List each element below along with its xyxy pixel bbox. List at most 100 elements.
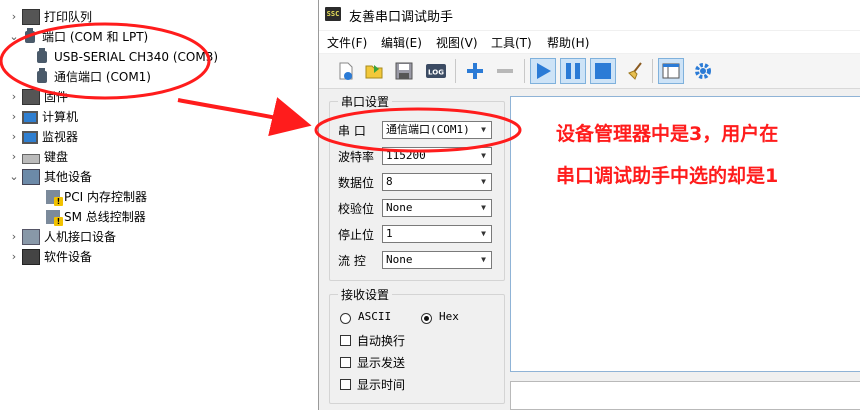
port-select[interactable]: 通信端口(COM1) ▼ (382, 121, 492, 139)
plus-icon[interactable] (462, 58, 488, 84)
chip-icon (22, 89, 40, 105)
ascii-radio[interactable] (340, 313, 351, 324)
tree-item-firmware[interactable]: › 固件 (8, 87, 68, 107)
chevron-down-icon: ▼ (481, 203, 486, 212)
data-bits-label: 数据位 (338, 176, 375, 190)
chevron-down-icon[interactable]: ⌄ (8, 167, 20, 187)
other-device-icon (22, 169, 40, 185)
show-send-checkbox[interactable] (340, 357, 351, 368)
serial-settings-group: 串口设置 串 口 通信端口(COM1) ▼ 波特率 115200 ▼ 数据位 8… (329, 93, 505, 281)
send-text-area[interactable] (510, 381, 860, 410)
parity-select[interactable]: None ▼ (382, 199, 492, 217)
show-send-label: 显示发送 (357, 356, 406, 370)
tree-item-sm-bus-controller[interactable]: SM 总线控制器 (44, 207, 146, 227)
menu-file[interactable]: 文件(F) (327, 34, 367, 51)
data-bits-select[interactable]: 8 ▼ (382, 173, 492, 191)
flow-control-label: 流 控 (338, 254, 366, 268)
new-icon[interactable] (333, 58, 359, 84)
hid-icon (22, 229, 40, 245)
chevron-down-icon: ▼ (481, 177, 486, 186)
tree-item-label: 通信端口 (COM1) (54, 70, 151, 84)
hex-radio-label: Hex (439, 310, 459, 323)
tree-item-label: 计算机 (42, 110, 79, 124)
port-icon (37, 68, 47, 83)
baud-select[interactable]: 115200 ▼ (382, 147, 492, 165)
chevron-down-icon: ▼ (481, 125, 486, 134)
port-label: 串 口 (338, 124, 366, 138)
tree-item-computer[interactable]: › 计算机 (8, 107, 78, 127)
toolbar-separator (652, 59, 653, 83)
chevron-right-icon[interactable]: › (8, 127, 20, 147)
stop-bits-select[interactable]: 1 ▼ (382, 225, 492, 243)
receive-settings-group: 接收设置 ASCII Hex 自动换行 显示发送 显示时间 (329, 286, 505, 404)
minus-icon[interactable] (492, 58, 518, 84)
warning-device-icon (46, 210, 63, 226)
tree-item-hid[interactable]: › 人机接口设备 (8, 227, 116, 247)
title-bar[interactable]: SSC 友善串口调试助手 (319, 0, 860, 30)
window-title: 友善串口调试助手 (349, 10, 454, 25)
tree-item-keyboard[interactable]: › 键盘 (8, 147, 68, 167)
tree-item-pci-memory-controller[interactable]: PCI 内存控制器 (44, 187, 147, 207)
tree-item-label: USB-SERIAL CH340 (COM3) (54, 50, 219, 64)
chevron-right-icon[interactable]: › (8, 87, 20, 107)
tree-item-label: 人机接口设备 (44, 230, 117, 244)
annotation-text-line1: 设备管理器中是3，用户在 (556, 123, 779, 145)
device-manager-tree: › 打印队列 ⌄ 端口 (COM 和 LPT) USB-SERIAL CH340… (0, 0, 310, 410)
chevron-right-icon[interactable]: › (8, 147, 20, 167)
tree-item-label: 其他设备 (44, 170, 93, 184)
layout-icon[interactable] (658, 58, 684, 84)
log-icon[interactable]: LOG (423, 58, 449, 84)
chevron-right-icon[interactable]: › (8, 7, 20, 27)
tree-item-usb-serial-ch340[interactable]: USB-SERIAL CH340 (COM3) (32, 47, 218, 67)
pause-icon[interactable] (560, 58, 586, 84)
menu-help[interactable]: 帮助(H) (547, 34, 589, 51)
clear-broom-icon[interactable] (622, 58, 648, 84)
save-icon[interactable] (391, 58, 417, 84)
auto-newline-label: 自动换行 (357, 334, 406, 348)
port-select-value: 通信端口(COM1) (386, 123, 470, 136)
auto-newline-checkbox[interactable] (340, 335, 351, 346)
tree-item-other-devices[interactable]: ⌄ 其他设备 (8, 167, 92, 187)
toolbar: LOG (319, 54, 860, 89)
monitor-icon (22, 130, 38, 144)
hex-radio[interactable] (421, 313, 432, 324)
serial-settings-title: 串口设置 (338, 93, 393, 110)
baud-select-value: 115200 (386, 149, 426, 162)
chevron-right-icon[interactable]: › (8, 247, 20, 267)
chevron-down-icon: ▼ (481, 229, 486, 238)
tree-item-software-devices[interactable]: › 软件设备 (8, 247, 92, 267)
toolbar-separator (524, 59, 525, 83)
tree-item-ports[interactable]: ⌄ 端口 (COM 和 LPT) (8, 27, 148, 47)
flow-control-select[interactable]: None ▼ (382, 251, 492, 269)
toolbar-separator (455, 59, 456, 83)
stop-bits-label: 停止位 (338, 228, 375, 242)
ascii-radio-label: ASCII (358, 310, 392, 323)
menu-tools[interactable]: 工具(T) (491, 34, 532, 51)
monitor-icon (22, 110, 38, 124)
play-icon[interactable] (530, 58, 556, 84)
settings-gear-icon[interactable] (690, 58, 716, 84)
tree-item-comm-port-com1[interactable]: 通信端口 (COM1) (32, 67, 151, 87)
stop-bits-value: 1 (386, 227, 393, 240)
app-logo-icon: SSC (325, 7, 341, 21)
port-icon (25, 28, 35, 43)
show-time-checkbox[interactable] (340, 379, 351, 390)
menu-edit[interactable]: 编辑(E) (381, 34, 422, 51)
log-icon-label: LOG (428, 69, 444, 77)
tree-item-label: 固件 (44, 90, 69, 104)
parity-value: None (386, 201, 413, 214)
receive-settings-title: 接收设置 (338, 286, 393, 303)
flow-control-value: None (386, 253, 413, 266)
open-icon[interactable] (361, 58, 387, 84)
tree-item-print-queue[interactable]: › 打印队列 (8, 7, 92, 27)
chevron-right-icon[interactable]: › (8, 227, 20, 247)
stop-icon[interactable] (590, 58, 616, 84)
menu-view[interactable]: 视图(V) (436, 34, 478, 51)
software-device-icon (22, 249, 40, 265)
annotation-text-line2: 串口调试助手中选的却是1 (556, 165, 779, 187)
tree-item-monitors[interactable]: › 监视器 (8, 127, 78, 147)
chevron-down-icon: ▼ (481, 255, 486, 264)
chevron-down-icon[interactable]: ⌄ (8, 27, 20, 47)
data-bits-value: 8 (386, 175, 393, 188)
chevron-right-icon[interactable]: › (8, 107, 20, 127)
